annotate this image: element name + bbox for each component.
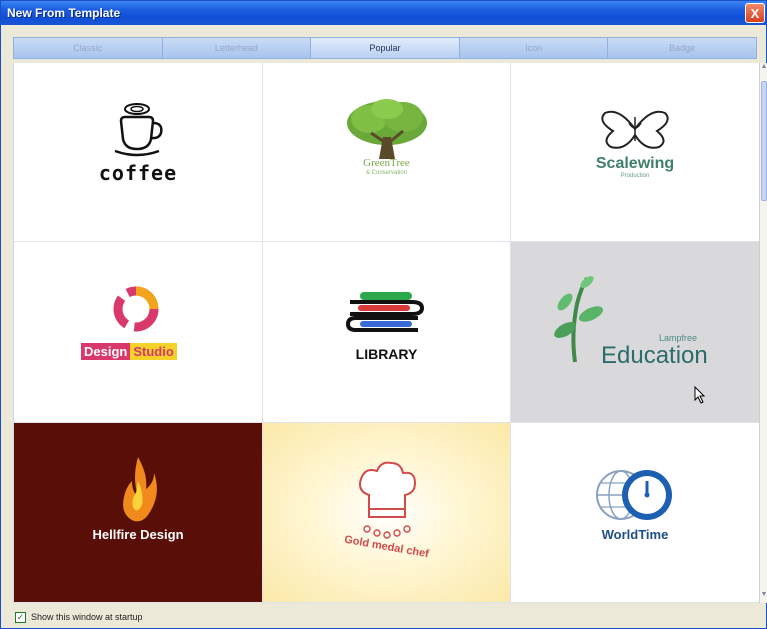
template-education[interactable]: Lampfree Education (511, 242, 759, 423)
globe-clock-icon (596, 470, 672, 520)
greentree-subtext: & Conservation (365, 170, 408, 176)
scalewing-logo-text: Scalewing (595, 155, 675, 172)
template-gold-medal-chef[interactable]: Gold medal chef (263, 423, 511, 603)
template-scalewing[interactable]: Scalewing Production (511, 63, 759, 242)
design-text: Design (81, 343, 131, 360)
books-icon (346, 292, 425, 332)
mouse-cursor-icon (694, 386, 706, 404)
template-library[interactable]: LIBRARY (263, 242, 511, 423)
tab-popular[interactable]: Popular (311, 38, 460, 58)
scalewing-subtext: Production (620, 173, 650, 179)
chef-hat-icon (359, 461, 417, 539)
tab-icon[interactable]: Icon (460, 38, 609, 58)
template-worldtime[interactable]: WorldTime (511, 423, 759, 603)
worldtime-logo-text: WorldTime (601, 527, 669, 542)
studio-text: Studio (130, 343, 177, 360)
tab-classic[interactable]: Classic (14, 38, 163, 58)
flame-icon (123, 457, 157, 522)
close-button[interactable]: X (745, 3, 765, 23)
swirl-icon (113, 286, 159, 332)
window-title: New From Template (7, 6, 121, 20)
dialog-footer: ✓ Show this window at startup (1, 603, 766, 628)
hellfire-logo-text: Hellfire Design (92, 527, 184, 542)
library-logo-text: LIBRARY (355, 346, 418, 362)
scroll-down-icon[interactable]: ▼ (760, 591, 767, 603)
butterfly-icon (601, 110, 669, 149)
template-gallery: coffee GreenTree & Conservation Scalewin… (13, 63, 759, 603)
template-greentree[interactable]: GreenTree & Conservation (263, 63, 511, 242)
template-coffee[interactable]: coffee (14, 63, 263, 242)
new-from-template-window: New From Template X Classic Letterhead P… (0, 0, 767, 629)
show-at-startup-label[interactable]: Show this window at startup (31, 612, 143, 622)
title-bar[interactable]: New From Template X (1, 1, 766, 25)
education-logo-text: Education (601, 342, 708, 369)
tab-letterhead[interactable]: Letterhead (163, 38, 312, 58)
template-hellfire[interactable]: Hellfire Design (14, 423, 263, 603)
greentree-logo-text: GreenTree (363, 157, 410, 169)
coffee-logo-text: coffee (98, 161, 178, 185)
scroll-thumb[interactable] (761, 81, 767, 201)
coffee-cup-icon (114, 103, 163, 157)
sprout-icon (554, 276, 604, 363)
category-tabs: Classic Letterhead Popular Icon Badge (13, 37, 757, 59)
vertical-scrollbar[interactable]: ▲ ▼ (759, 63, 767, 603)
scroll-up-icon[interactable]: ▲ (760, 63, 767, 75)
design-studio-wordmark: Design Studio (81, 343, 177, 360)
template-design-studio[interactable]: Design Studio (14, 242, 263, 423)
tab-badge[interactable]: Badge (608, 38, 756, 58)
show-at-startup-checkbox[interactable]: ✓ (15, 612, 26, 623)
